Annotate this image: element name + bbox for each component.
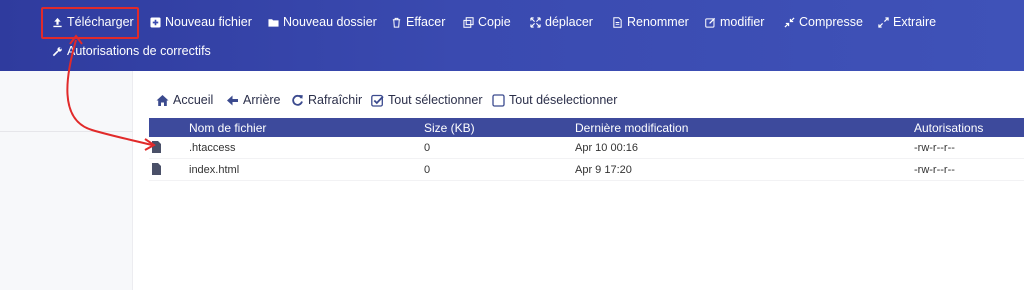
copy-icon [463, 16, 474, 28]
checkbox-empty-icon [492, 93, 505, 107]
select-all-label: Tout sélectionner [388, 93, 483, 107]
fix-permissions-button[interactable]: Autorisations de correctifs [52, 44, 211, 58]
left-sidebar [0, 71, 133, 290]
table-row[interactable]: index.html 0 Apr 9 17:20 -rw-r--r-- [149, 159, 1024, 181]
trash-icon [392, 17, 401, 28]
new-file-button[interactable]: Nouveau fichier [150, 15, 252, 29]
column-header-permissions[interactable]: Autorisations [914, 121, 983, 135]
top-toolbar: Télécharger Nouveau fichier Nouveau doss… [0, 0, 1024, 71]
refresh-icon [292, 94, 303, 106]
copy-label: Copie [478, 15, 511, 29]
new-folder-button[interactable]: Nouveau dossier [268, 15, 377, 29]
edit-icon [705, 17, 716, 28]
deselect-all-label: Tout déselectionner [509, 93, 618, 107]
move-arrows-icon [530, 16, 541, 28]
delete-label: Effacer [406, 15, 446, 29]
file-table: Nom de fichier Size (KB) Dernière modifi… [149, 118, 1024, 181]
home-icon [156, 94, 169, 106]
sidebar-divider [0, 131, 133, 132]
back-button[interactable]: Arrière [226, 93, 281, 107]
folder-icon [268, 18, 279, 27]
column-header-size[interactable]: Size (KB) [424, 121, 475, 135]
file-icon [152, 163, 161, 175]
table-header: Nom de fichier Size (KB) Dernière modifi… [149, 118, 1024, 137]
fix-permissions-label: Autorisations de correctifs [67, 44, 211, 58]
file-size: 0 [424, 142, 431, 154]
file-name[interactable]: .htaccess [189, 142, 235, 154]
extract-label: Extraire [893, 15, 937, 29]
file-modified: Apr 10 00:16 [575, 142, 638, 154]
new-file-label: Nouveau fichier [165, 15, 252, 29]
copy-button[interactable]: Copie [463, 15, 511, 29]
file-modified: Apr 9 17:20 [575, 164, 632, 176]
refresh-button[interactable]: Rafraîchir [291, 93, 362, 107]
home-label: Accueil [173, 93, 214, 107]
file-permissions[interactable]: -rw-r--r-- [914, 164, 955, 176]
rename-label: Renommer [627, 15, 689, 29]
compress-label: Compresse [799, 15, 863, 29]
delete-button[interactable]: Effacer [391, 15, 445, 29]
new-folder-label: Nouveau dossier [283, 15, 377, 29]
compress-icon [784, 16, 795, 28]
file-name[interactable]: index.html [189, 164, 239, 176]
file-size: 0 [424, 164, 431, 176]
compress-button[interactable]: Compresse [784, 15, 863, 29]
plus-square-icon [150, 16, 161, 28]
column-header-name[interactable]: Nom de fichier [189, 121, 266, 135]
deselect-all-button[interactable]: Tout déselectionner [492, 93, 617, 107]
edit-button[interactable]: modifier [705, 15, 764, 29]
back-label: Arrière [243, 93, 281, 107]
arrow-left-icon [227, 95, 238, 105]
file-icon [152, 141, 161, 153]
expand-icon [878, 16, 889, 28]
move-button[interactable]: déplacer [530, 15, 593, 29]
table-row[interactable]: .htaccess 0 Apr 10 00:16 -rw-r--r-- [149, 137, 1024, 159]
edit-label: modifier [720, 15, 765, 29]
refresh-label: Rafraîchir [308, 93, 363, 107]
document-icon [613, 16, 622, 28]
rename-button[interactable]: Renommer [612, 15, 689, 29]
select-all-button[interactable]: Tout sélectionner [371, 93, 483, 107]
move-label: déplacer [545, 15, 593, 29]
extract-button[interactable]: Extraire [878, 15, 936, 29]
checkbox-checked-icon [371, 94, 384, 107]
wrench-icon [52, 46, 62, 56]
file-permissions[interactable]: -rw-r--r-- [914, 142, 955, 154]
home-button[interactable]: Accueil [156, 93, 213, 107]
upload-highlight-box [41, 7, 139, 39]
column-header-modified[interactable]: Dernière modification [575, 121, 688, 135]
